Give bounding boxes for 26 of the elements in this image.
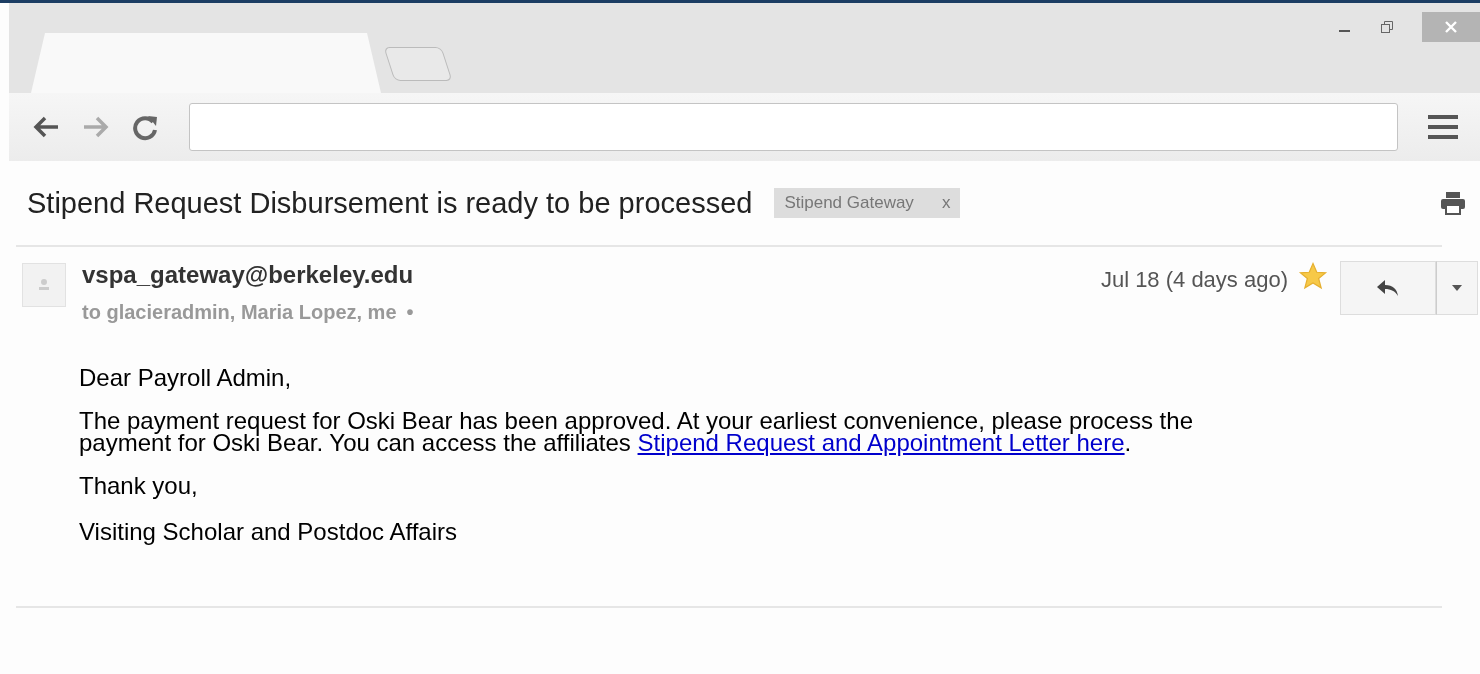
remove-label-button[interactable]: x	[941, 193, 951, 213]
address-bar[interactable]	[189, 103, 1398, 151]
back-icon[interactable]	[31, 114, 61, 140]
details-toggle[interactable]: •	[406, 301, 414, 324]
menu-icon[interactable]	[1428, 113, 1458, 141]
body-paragraph: Thank you,	[79, 472, 199, 500]
close-button[interactable]	[1422, 12, 1480, 42]
close-icon	[1443, 19, 1459, 35]
body-paragraph: The payment request for Oski Bear has been approved. At your earliest convenience, please process the payment for Oski Bear. You can access the affiliates Stipend Request and Appointment Letter here.	[79, 410, 1194, 454]
more-options-button[interactable]	[1436, 261, 1478, 315]
reload-icon[interactable]	[131, 113, 159, 141]
sender-address: vspa_gateway@berkeley.edu	[82, 261, 414, 289]
forward-icon[interactable]	[81, 114, 111, 140]
email-subject: Stipend Request Disbursement is ready to be processed	[27, 186, 753, 220]
label-name[interactable]: Stipend Gateway	[784, 193, 914, 213]
restore-icon[interactable]	[1380, 20, 1394, 34]
body-paragraph: Visiting Scholar and Postdoc Affairs	[79, 518, 458, 546]
star-icon[interactable]	[1298, 261, 1328, 291]
caret-icon	[1452, 285, 1462, 291]
reply-icon	[1375, 278, 1401, 298]
body-paragraph: Dear Payroll Admin,	[79, 364, 293, 392]
avatar-icon	[22, 263, 66, 307]
recipients[interactable]: to glacieradmin, Maria Lopez, me	[82, 301, 397, 324]
print-icon[interactable]	[1440, 191, 1466, 215]
reply-button[interactable]	[1340, 261, 1436, 315]
email-date: Jul 18 (4 days ago)	[1100, 267, 1288, 293]
